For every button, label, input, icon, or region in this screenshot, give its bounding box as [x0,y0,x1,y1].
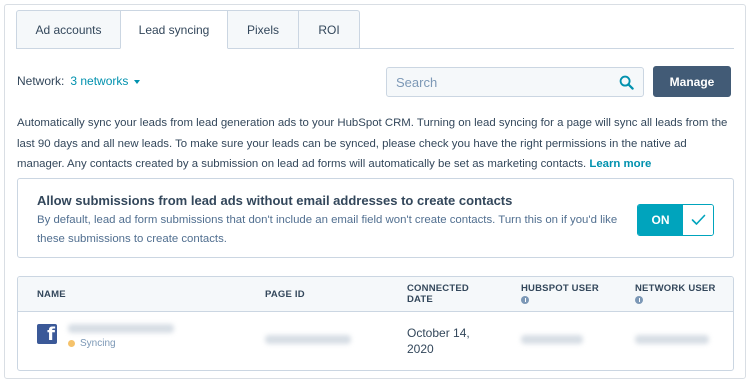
network-filter: Network: 3 networks [17,74,141,88]
toggle-on-label: ON [638,205,683,235]
search-box [386,67,644,97]
tab-ad-accounts[interactable]: Ad accounts [16,10,121,49]
connected-date: October 14, 2020 [407,326,470,356]
column-header-name[interactable]: NAME [37,289,66,300]
lead-syncing-description: Automatically sync your leads from lead … [17,113,735,175]
redacted-network-user [635,335,709,344]
check-icon-wrap [683,205,713,235]
column-header-page-id[interactable]: PAGE ID [265,289,305,300]
tab-label: Pixels [246,22,279,37]
chevron-down-icon [134,79,141,84]
info-icon[interactable] [635,296,643,304]
tab-label: Lead syncing [138,22,210,37]
sync-status: Syncing [68,338,116,349]
facebook-icon: f [37,324,57,344]
tab-label: ROI [318,22,340,37]
redacted-hubspot-user [521,335,583,344]
status-label: Syncing [80,338,116,349]
setting-description: By default, lead ad form submissions tha… [37,214,618,245]
status-dot-icon [68,340,75,347]
search-input[interactable] [387,68,607,96]
redacted-page-name [68,324,174,333]
check-icon [691,214,705,225]
column-header-hubspot-user[interactable]: HUBSPOT USER [521,283,599,307]
learn-more-link[interactable]: Learn more [589,158,651,170]
network-dropdown[interactable]: 3 networks [70,74,141,88]
column-header-label: NETWORK USER [635,283,716,294]
redacted-page-id [265,335,351,344]
allow-toggle[interactable]: ON [637,204,714,236]
allow-no-email-setting: Allow submissions from lead ads without … [17,178,734,258]
column-header-network-user[interactable]: NETWORK USER [635,283,716,307]
lead-sync-table: NAME PAGE ID CONNECTED DATE HUBSPOT USER… [17,276,734,371]
info-icon[interactable] [521,296,529,304]
manage-button[interactable]: Manage [653,66,731,97]
tab-lead-syncing[interactable]: Lead syncing [120,10,228,49]
tab-label: Ad accounts [35,22,102,37]
tab-pixels[interactable]: Pixels [227,10,299,49]
tab-roi[interactable]: ROI [298,10,360,49]
column-header-label: HUBSPOT USER [521,283,599,294]
setting-title: Allow submissions from lead ads without … [37,193,513,208]
tab-bar: Ad accounts Lead syncing Pixels ROI [16,10,360,49]
network-dropdown-value: 3 networks [70,74,129,88]
table-header: NAME PAGE ID CONNECTED DATE HUBSPOT USER… [18,277,733,312]
search-icon[interactable] [619,75,634,90]
network-label: Network: [17,74,65,88]
column-header-connected-date[interactable]: CONNECTED DATE [407,283,477,305]
